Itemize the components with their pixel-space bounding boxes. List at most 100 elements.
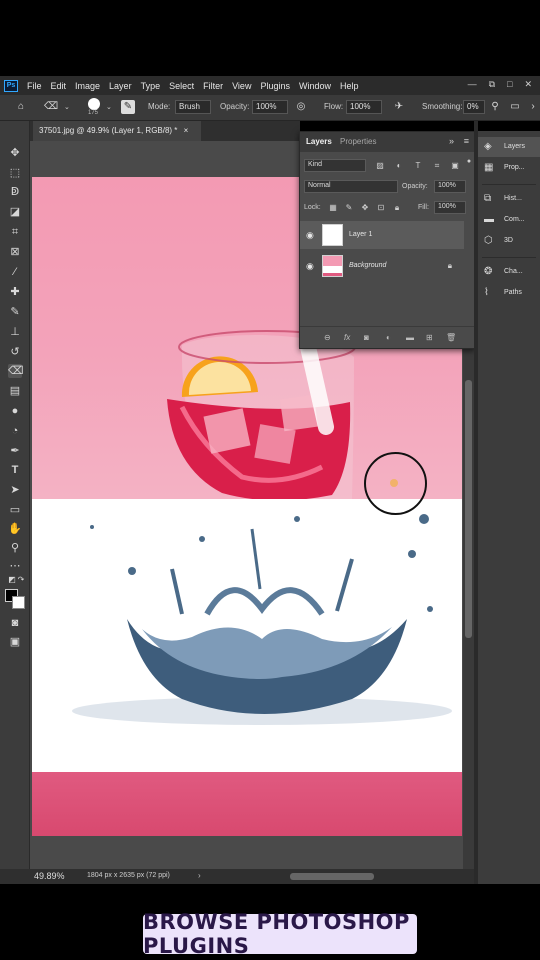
rectangle-tool-icon[interactable]: ▭ [8, 503, 22, 517]
smart-object-filter-icon[interactable]: ▣ [450, 161, 460, 171]
opacity-field[interactable]: 100% [252, 100, 288, 114]
screen-mode-icon[interactable]: ▣ [8, 635, 22, 649]
add-mask-icon[interactable]: ◙ [364, 333, 369, 342]
tab-layers[interactable]: Layers [306, 137, 332, 146]
history-brush-tool-icon[interactable]: ↺ [8, 345, 22, 359]
layer-row-layer-1[interactable]: ◉ Layer 1 [300, 221, 464, 249]
vertical-scrollbar-thumb[interactable] [465, 380, 472, 638]
tab-properties[interactable]: Properties [340, 137, 376, 146]
smoothing-label: Smoothing: [422, 102, 463, 111]
new-layer-icon[interactable]: ⊞ [426, 333, 433, 342]
swap-colors-icon[interactable]: ↷ [14, 573, 28, 587]
link-layers-icon[interactable]: ⊖ [324, 333, 331, 342]
lock-image-icon[interactable]: ✎ [344, 203, 354, 213]
hand-tool-icon[interactable]: ✋ [8, 522, 22, 536]
filter-kind-select[interactable]: Kind [304, 159, 366, 172]
zoom-tool-icon[interactable]: ⚲ [8, 541, 22, 555]
blend-mode-select[interactable]: Normal [304, 180, 398, 193]
dock-channels[interactable]: ❂ Cha... [478, 262, 540, 282]
brush-settings-icon[interactable]: ✎ [121, 100, 135, 114]
menu-window[interactable]: Window [299, 81, 331, 91]
search-icon[interactable]: ⚲ [488, 100, 502, 114]
new-group-icon[interactable]: ▬ [406, 333, 414, 342]
type-filter-icon[interactable]: T [413, 161, 423, 171]
home-icon[interactable]: ⌂ [14, 100, 28, 114]
type-tool-icon[interactable]: T [8, 463, 22, 477]
airbrush-icon[interactable]: ✈ [392, 100, 406, 114]
menu-type[interactable]: Type [141, 81, 161, 91]
dock-history[interactable]: ⧉ Hist... [478, 189, 540, 209]
lasso-tool-icon[interactable]: ↁ [8, 185, 22, 199]
share-chevron-icon[interactable]: › [526, 100, 540, 114]
status-menu-chevron-icon[interactable]: › [198, 871, 201, 880]
restore-icon[interactable]: ⧉ [489, 79, 495, 90]
dock-layers[interactable]: ◈ Layers [478, 137, 540, 157]
blur-tool-icon[interactable]: ● [8, 404, 22, 418]
clone-stamp-tool-icon[interactable]: ⊥ [8, 325, 22, 339]
brush-tool-icon[interactable]: ✎ [8, 305, 22, 319]
visibility-eye-icon[interactable]: ◉ [306, 230, 314, 241]
horizontal-scrollbar-thumb[interactable] [290, 873, 374, 880]
lock-artboard-icon[interactable]: ⊡ [376, 203, 386, 213]
lock-all-icon[interactable]: 🔒︎ [392, 203, 402, 213]
menu-edit[interactable]: Edit [51, 81, 67, 91]
marquee-tool-icon[interactable]: ⬚ [8, 166, 22, 180]
visibility-eye-icon[interactable]: ◉ [306, 261, 314, 272]
healing-brush-tool-icon[interactable]: ✚ [8, 285, 22, 299]
eraser-tool-icon[interactable]: ⌫ [8, 364, 24, 378]
dock-paths[interactable]: ⌇ Paths [478, 283, 540, 303]
dock-comments[interactable]: ▬ Com... [478, 210, 540, 230]
path-selection-tool-icon[interactable]: ➤ [8, 483, 22, 497]
panel-menu-icon[interactable]: ≡ [464, 136, 469, 146]
move-tool-icon[interactable]: ✥ [8, 146, 22, 160]
maximize-icon[interactable]: □ [507, 79, 512, 90]
menu-plugins[interactable]: Plugins [260, 81, 290, 91]
lock-position-icon[interactable]: ✥ [360, 203, 370, 213]
more-tools-icon[interactable]: ⋯ [8, 559, 22, 573]
smoothing-field[interactable]: 0% [463, 100, 485, 114]
lock-transparent-icon[interactable]: ▦ [328, 203, 338, 213]
menu-layer[interactable]: Layer [109, 81, 132, 91]
minimize-icon[interactable]: — [468, 79, 477, 90]
shape-filter-icon[interactable]: ⌗ [432, 161, 442, 171]
crop-tool-icon[interactable]: ⌗ [8, 225, 22, 239]
workspace-icon[interactable]: ▭ [508, 100, 522, 114]
layer-row-background[interactable]: ◉ Background 🔒︎ [300, 252, 464, 280]
close-tab-icon[interactable]: × [184, 126, 189, 135]
frame-tool-icon[interactable]: ⊠ [8, 245, 22, 259]
menu-help[interactable]: Help [340, 81, 359, 91]
zoom-level[interactable]: 49.89% [34, 871, 65, 881]
brush-preview-icon[interactable] [88, 98, 100, 110]
dodge-tool-icon[interactable]: ◔ [8, 424, 22, 438]
object-selection-tool-icon[interactable]: ◪ [8, 205, 22, 219]
menu-view[interactable]: View [232, 81, 251, 91]
eraser-tool-icon[interactable]: ⌫ [44, 100, 58, 114]
flow-field[interactable]: 100% [346, 100, 382, 114]
pixel-filter-icon[interactable]: ▨ [375, 161, 385, 171]
layer-opacity-field[interactable]: 100% [434, 180, 466, 193]
gradient-tool-icon[interactable]: ▤ [8, 384, 22, 398]
dock-properties[interactable]: ▦ Prop... [478, 158, 540, 178]
mode-select[interactable]: Brush [175, 100, 211, 114]
delete-layer-icon[interactable]: 🗑︎ [446, 333, 456, 342]
dock-3d[interactable]: ⬡ 3D [478, 231, 540, 251]
tool-preset-chevron-icon[interactable]: ⌄ [64, 103, 70, 111]
adjustment-filter-icon[interactable]: ◐ [394, 161, 404, 171]
adjustment-layer-icon[interactable]: ◐ [386, 333, 391, 342]
menu-filter[interactable]: Filter [203, 81, 223, 91]
quick-mask-icon[interactable]: ◙ [8, 616, 22, 630]
layer-fill-field[interactable]: 100% [434, 201, 466, 214]
layer-style-icon[interactable]: fx [344, 333, 350, 342]
document-tab[interactable]: 37501.jpg @ 49.9% (Layer 1, RGB/8) * × [33, 121, 201, 141]
brush-picker-chevron-icon[interactable]: ⌄ [106, 103, 112, 111]
pen-tool-icon[interactable]: ✒ [8, 444, 22, 458]
menu-select[interactable]: Select [169, 81, 194, 91]
eyedropper-tool-icon[interactable]: ⁄ [8, 265, 22, 279]
pressure-opacity-icon[interactable]: ◎ [294, 100, 308, 114]
background-color-swatch[interactable] [12, 596, 25, 609]
filter-toggle-icon[interactable]: ● [464, 157, 474, 167]
collapse-panel-icon[interactable]: » [449, 136, 454, 146]
close-window-icon[interactable]: ✕ [524, 79, 532, 90]
menu-file[interactable]: File [27, 81, 42, 91]
menu-image[interactable]: Image [75, 81, 100, 91]
